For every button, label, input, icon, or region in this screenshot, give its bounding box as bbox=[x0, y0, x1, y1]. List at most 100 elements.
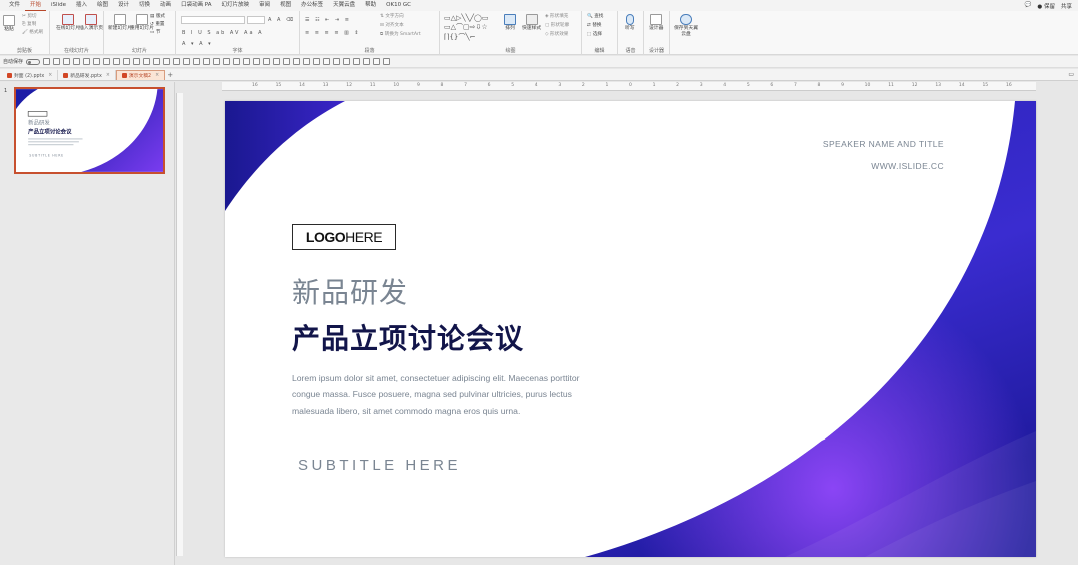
animation-icon[interactable] bbox=[303, 58, 311, 65]
align-right-icon[interactable] bbox=[143, 58, 151, 65]
layout-button[interactable]: ▤ 版式 bbox=[150, 14, 165, 20]
slide-canvas[interactable]: SPEAKER NAME AND TITLE WWW.ISLIDE.CC LOG… bbox=[225, 101, 1036, 557]
group-icon[interactable] bbox=[153, 58, 161, 65]
close-tab-icon[interactable]: × bbox=[48, 73, 52, 78]
close-tab-icon[interactable]: × bbox=[106, 73, 110, 78]
fill-color-icon[interactable] bbox=[273, 58, 281, 65]
equation-icon[interactable] bbox=[353, 58, 361, 65]
smartart-button[interactable]: ⧉ 转换为 SmartArt bbox=[380, 32, 421, 38]
print-icon[interactable] bbox=[103, 58, 111, 65]
menu-tab[interactable]: 视图 bbox=[275, 0, 296, 11]
design-ideas-button[interactable]: 设计器 bbox=[649, 14, 663, 32]
menu-tab[interactable]: 切换 bbox=[134, 0, 155, 11]
speaker-name[interactable]: SPEAKER NAME AND TITLE bbox=[823, 139, 944, 149]
link-icon[interactable] bbox=[323, 58, 331, 65]
document-tab[interactable]: 演示文稿2 × bbox=[115, 70, 166, 80]
align-text-button[interactable]: ⊟ 对齐文本 bbox=[380, 23, 404, 29]
slide-body-text[interactable]: Lorem ipsum dolor sit amet, consectetuer… bbox=[292, 370, 604, 419]
font-size-controls[interactable]: A A ⌫ bbox=[268, 17, 295, 23]
open-file-icon[interactable] bbox=[93, 58, 101, 65]
paste-button[interactable]: 粘贴 bbox=[3, 15, 15, 33]
crop-icon[interactable] bbox=[203, 58, 211, 65]
menu-tab[interactable]: 口袋动画 PA bbox=[176, 0, 216, 11]
format-painter-button[interactable]: 🖌 格式刷 bbox=[22, 30, 43, 36]
transition-icon[interactable] bbox=[313, 58, 321, 65]
menu-tab[interactable]: 审阅 bbox=[254, 0, 275, 11]
redo-icon[interactable] bbox=[63, 58, 71, 65]
text-box-icon[interactable] bbox=[223, 58, 231, 65]
save-cloud-button[interactable]: 保存到天翼云盘 bbox=[674, 14, 698, 37]
start-slideshow-icon[interactable] bbox=[73, 58, 81, 65]
menu-tab[interactable]: 文件 bbox=[4, 0, 25, 11]
online-slides-button[interactable]: 在线幻灯片 bbox=[56, 14, 80, 32]
close-tab-icon[interactable]: × bbox=[155, 73, 159, 78]
text-direction-button[interactable]: ⇅ 文字方向 bbox=[380, 14, 404, 20]
menu-tab[interactable]: 插入 bbox=[71, 0, 92, 11]
bring-forward-icon[interactable] bbox=[173, 58, 181, 65]
font-format-buttons[interactable]: B I U S ab AV Aa A bbox=[182, 30, 264, 36]
shape-effects-button[interactable]: ◇ 形状效果 bbox=[545, 32, 568, 38]
ungroup-icon[interactable] bbox=[163, 58, 171, 65]
document-tab[interactable]: 新品研发.pptx × bbox=[58, 70, 116, 80]
slide-subtitle-cn[interactable]: 新品研发 bbox=[292, 271, 408, 311]
table-icon[interactable] bbox=[243, 58, 251, 65]
format-painter-icon[interactable] bbox=[113, 58, 121, 65]
share-button[interactable]: 共享 bbox=[1061, 2, 1072, 10]
slide-thumbnail-1[interactable]: 新品研发 产品立项讨论会议 SUBTITLE HERE bbox=[14, 87, 165, 174]
select-button[interactable]: ⬚ 选择 bbox=[587, 32, 602, 38]
align-left-icon[interactable] bbox=[123, 58, 131, 65]
menu-tab[interactable]: OK10 GC bbox=[381, 0, 416, 11]
menu-tab[interactable]: 开始 bbox=[25, 0, 47, 11]
shapes-gallery[interactable]: ▭△▷╲╲╱◯▭ ▭△⌒▢⇨⇩☆ ⌈⌉{}⌒╲⌐ bbox=[444, 14, 488, 42]
chart-icon[interactable] bbox=[253, 58, 261, 65]
menu-tab[interactable]: 绘图 bbox=[92, 0, 113, 11]
menu-tab[interactable]: 天翼云盘 bbox=[328, 0, 360, 11]
comment-icon[interactable]: 💬 bbox=[1025, 2, 1032, 10]
menu-tab[interactable]: 办公标签 bbox=[296, 0, 328, 11]
share-mode-button[interactable]: ● 保留 bbox=[1037, 2, 1055, 10]
insert-demo-button[interactable]: 插入演示页 bbox=[79, 14, 103, 32]
effects-icon[interactable] bbox=[293, 58, 301, 65]
logo-placeholder[interactable]: LOGO HERE bbox=[292, 224, 396, 250]
menu-tab[interactable]: iSlide bbox=[46, 0, 71, 11]
new-file-icon[interactable] bbox=[83, 58, 91, 65]
shape-outline-button[interactable]: ▢ 形状轮廓 bbox=[545, 23, 569, 29]
document-tab[interactable]: 封面 (2).pptx × bbox=[2, 70, 59, 80]
new-slide-button[interactable]: 新建幻灯片 bbox=[108, 14, 132, 32]
replace-button[interactable]: ⇄ 替换 bbox=[587, 23, 602, 29]
section-button[interactable]: ▭ 节 bbox=[150, 30, 160, 36]
font-color-icon[interactable] bbox=[263, 58, 271, 65]
symbol-icon[interactable] bbox=[343, 58, 351, 65]
font-name-box[interactable] bbox=[181, 16, 245, 24]
menu-tab[interactable]: 动画 bbox=[155, 0, 176, 11]
align-center-icon[interactable] bbox=[133, 58, 141, 65]
find-button[interactable]: 🔍 查找 bbox=[587, 14, 603, 20]
distribute-icon[interactable] bbox=[193, 58, 201, 65]
menu-tab[interactable]: 幻灯片放映 bbox=[217, 0, 255, 11]
undo-icon[interactable] bbox=[53, 58, 61, 65]
picture-icon[interactable] bbox=[233, 58, 241, 65]
shape-icon[interactable] bbox=[213, 58, 221, 65]
save-icon[interactable] bbox=[43, 58, 51, 65]
autosave-toggle[interactable] bbox=[26, 58, 41, 65]
comment-icon[interactable] bbox=[333, 58, 341, 65]
outline-color-icon[interactable] bbox=[283, 58, 291, 65]
slide-subtitle-en[interactable]: SUBTITLE HERE bbox=[298, 457, 461, 474]
customize-qat-icon[interactable] bbox=[383, 58, 391, 65]
menu-tab[interactable]: 帮助 bbox=[360, 0, 381, 11]
video-icon[interactable] bbox=[363, 58, 371, 65]
dictate-button[interactable]: 听写 bbox=[625, 14, 635, 32]
menu-tab[interactable]: 设计 bbox=[113, 0, 134, 11]
new-tab-button[interactable]: + bbox=[165, 70, 175, 80]
reset-button[interactable]: ↺ 重置 bbox=[150, 22, 165, 28]
shape-fill-button[interactable]: ◈ 形状填充 bbox=[545, 14, 568, 20]
cut-button[interactable]: ✂ 剪切 bbox=[22, 14, 37, 20]
restore-window-icon[interactable]: ▭ bbox=[1068, 71, 1074, 78]
align-buttons[interactable]: ≡ ≡ ≡ ≡ ▥ ⇕ bbox=[305, 30, 361, 36]
send-backward-icon[interactable] bbox=[183, 58, 191, 65]
font-size-box[interactable] bbox=[247, 16, 265, 24]
list-buttons[interactable]: ☰ ☷ ⇤ ⇥ ≡ bbox=[305, 17, 351, 23]
quick-styles-button[interactable]: 快速样式 bbox=[522, 14, 541, 32]
audio-icon[interactable] bbox=[373, 58, 381, 65]
slide-title-cn[interactable]: 产品立项讨论会议 bbox=[292, 317, 524, 357]
